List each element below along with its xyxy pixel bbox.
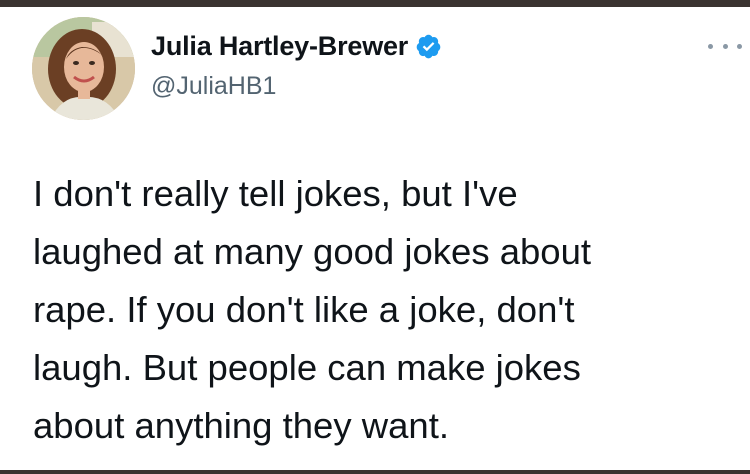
more-dot bbox=[722, 43, 728, 49]
more-options-icon[interactable] bbox=[708, 36, 742, 56]
author-name-row: Julia Hartley-Brewer bbox=[151, 31, 442, 62]
author-handle[interactable]: @JuliaHB1 bbox=[151, 72, 276, 101]
tweet-text: I don't really tell jokes, but I've laug… bbox=[33, 165, 723, 455]
tweet-screenshot: Julia Hartley-Brewer @JuliaHB1 I don't r… bbox=[0, 0, 750, 474]
bottom-border bbox=[0, 470, 750, 474]
more-dot bbox=[708, 43, 713, 49]
top-border bbox=[0, 0, 750, 7]
tweet-text-line: laughed at many good jokes about bbox=[33, 231, 592, 272]
author-display-name[interactable]: Julia Hartley-Brewer bbox=[151, 31, 408, 62]
avatar[interactable] bbox=[32, 17, 135, 120]
tweet-text-line: rape. If you don't like a joke, don't bbox=[33, 289, 575, 330]
verified-badge-icon bbox=[415, 33, 442, 60]
tweet-text-line: I don't really tell jokes, but I've bbox=[33, 173, 518, 214]
tweet-text-line: laugh. But people can make jokes bbox=[33, 347, 581, 388]
more-dot bbox=[737, 43, 742, 49]
tweet-text-line: about anything they want. bbox=[33, 405, 449, 446]
avatar-photo bbox=[32, 17, 135, 120]
